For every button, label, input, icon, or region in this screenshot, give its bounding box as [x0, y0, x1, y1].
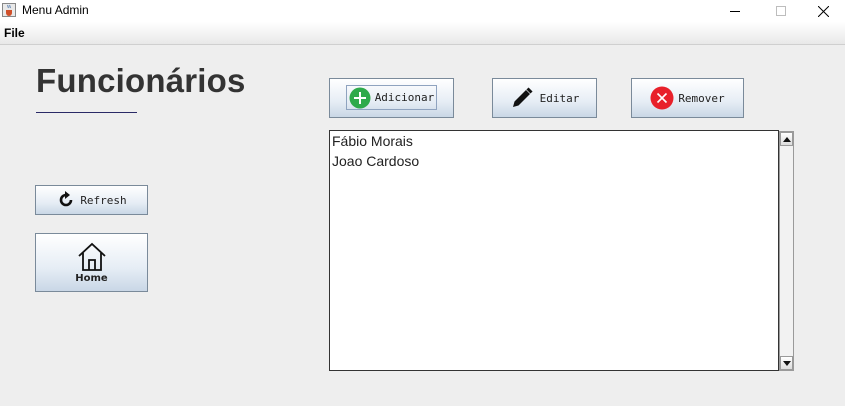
add-button-focus-border: Adicionar	[346, 85, 437, 110]
window-title: Menu Admin	[22, 3, 89, 17]
title-underline	[36, 112, 137, 113]
add-label: Adicionar	[374, 91, 435, 104]
window-titlebar: Menu Admin	[0, 0, 845, 22]
menu-file[interactable]: File	[4, 26, 25, 40]
list-item[interactable]: Fábio Morais	[330, 131, 778, 151]
home-button[interactable]: Home	[35, 233, 148, 292]
remove-circle-icon	[650, 86, 674, 110]
list-item[interactable]: Joao Cardoso	[330, 151, 778, 171]
employee-list[interactable]: Fábio Morais Joao Cardoso	[329, 130, 779, 371]
close-icon	[817, 5, 829, 17]
maximize-icon	[776, 6, 786, 16]
arrow-up-icon	[782, 136, 791, 142]
add-button[interactable]: Adicionar	[329, 78, 454, 118]
edit-label: Editar	[539, 91, 580, 105]
close-button[interactable]	[800, 0, 845, 22]
home-label: Home	[75, 272, 108, 284]
edit-button[interactable]: Editar	[492, 78, 597, 118]
maximize-button[interactable]	[758, 0, 804, 22]
plus-circle-icon	[349, 87, 371, 108]
page-title: Funcionários	[36, 62, 246, 99]
minimize-icon	[730, 11, 740, 12]
java-cup-icon	[2, 3, 16, 17]
scroll-down-button[interactable]	[780, 356, 793, 370]
remove-button[interactable]: Remover	[631, 78, 744, 118]
menubar: File	[0, 22, 845, 45]
refresh-label: Refresh	[80, 193, 127, 207]
list-scrollbar[interactable]	[779, 131, 794, 371]
refresh-icon	[60, 191, 73, 207]
remove-label: Remover	[678, 91, 725, 105]
home-icon	[77, 242, 106, 271]
minimize-button[interactable]	[712, 0, 758, 22]
arrow-down-icon	[782, 360, 791, 366]
refresh-button[interactable]: Refresh	[35, 185, 148, 215]
scroll-up-button[interactable]	[780, 132, 793, 146]
pencil-icon	[512, 87, 533, 107]
